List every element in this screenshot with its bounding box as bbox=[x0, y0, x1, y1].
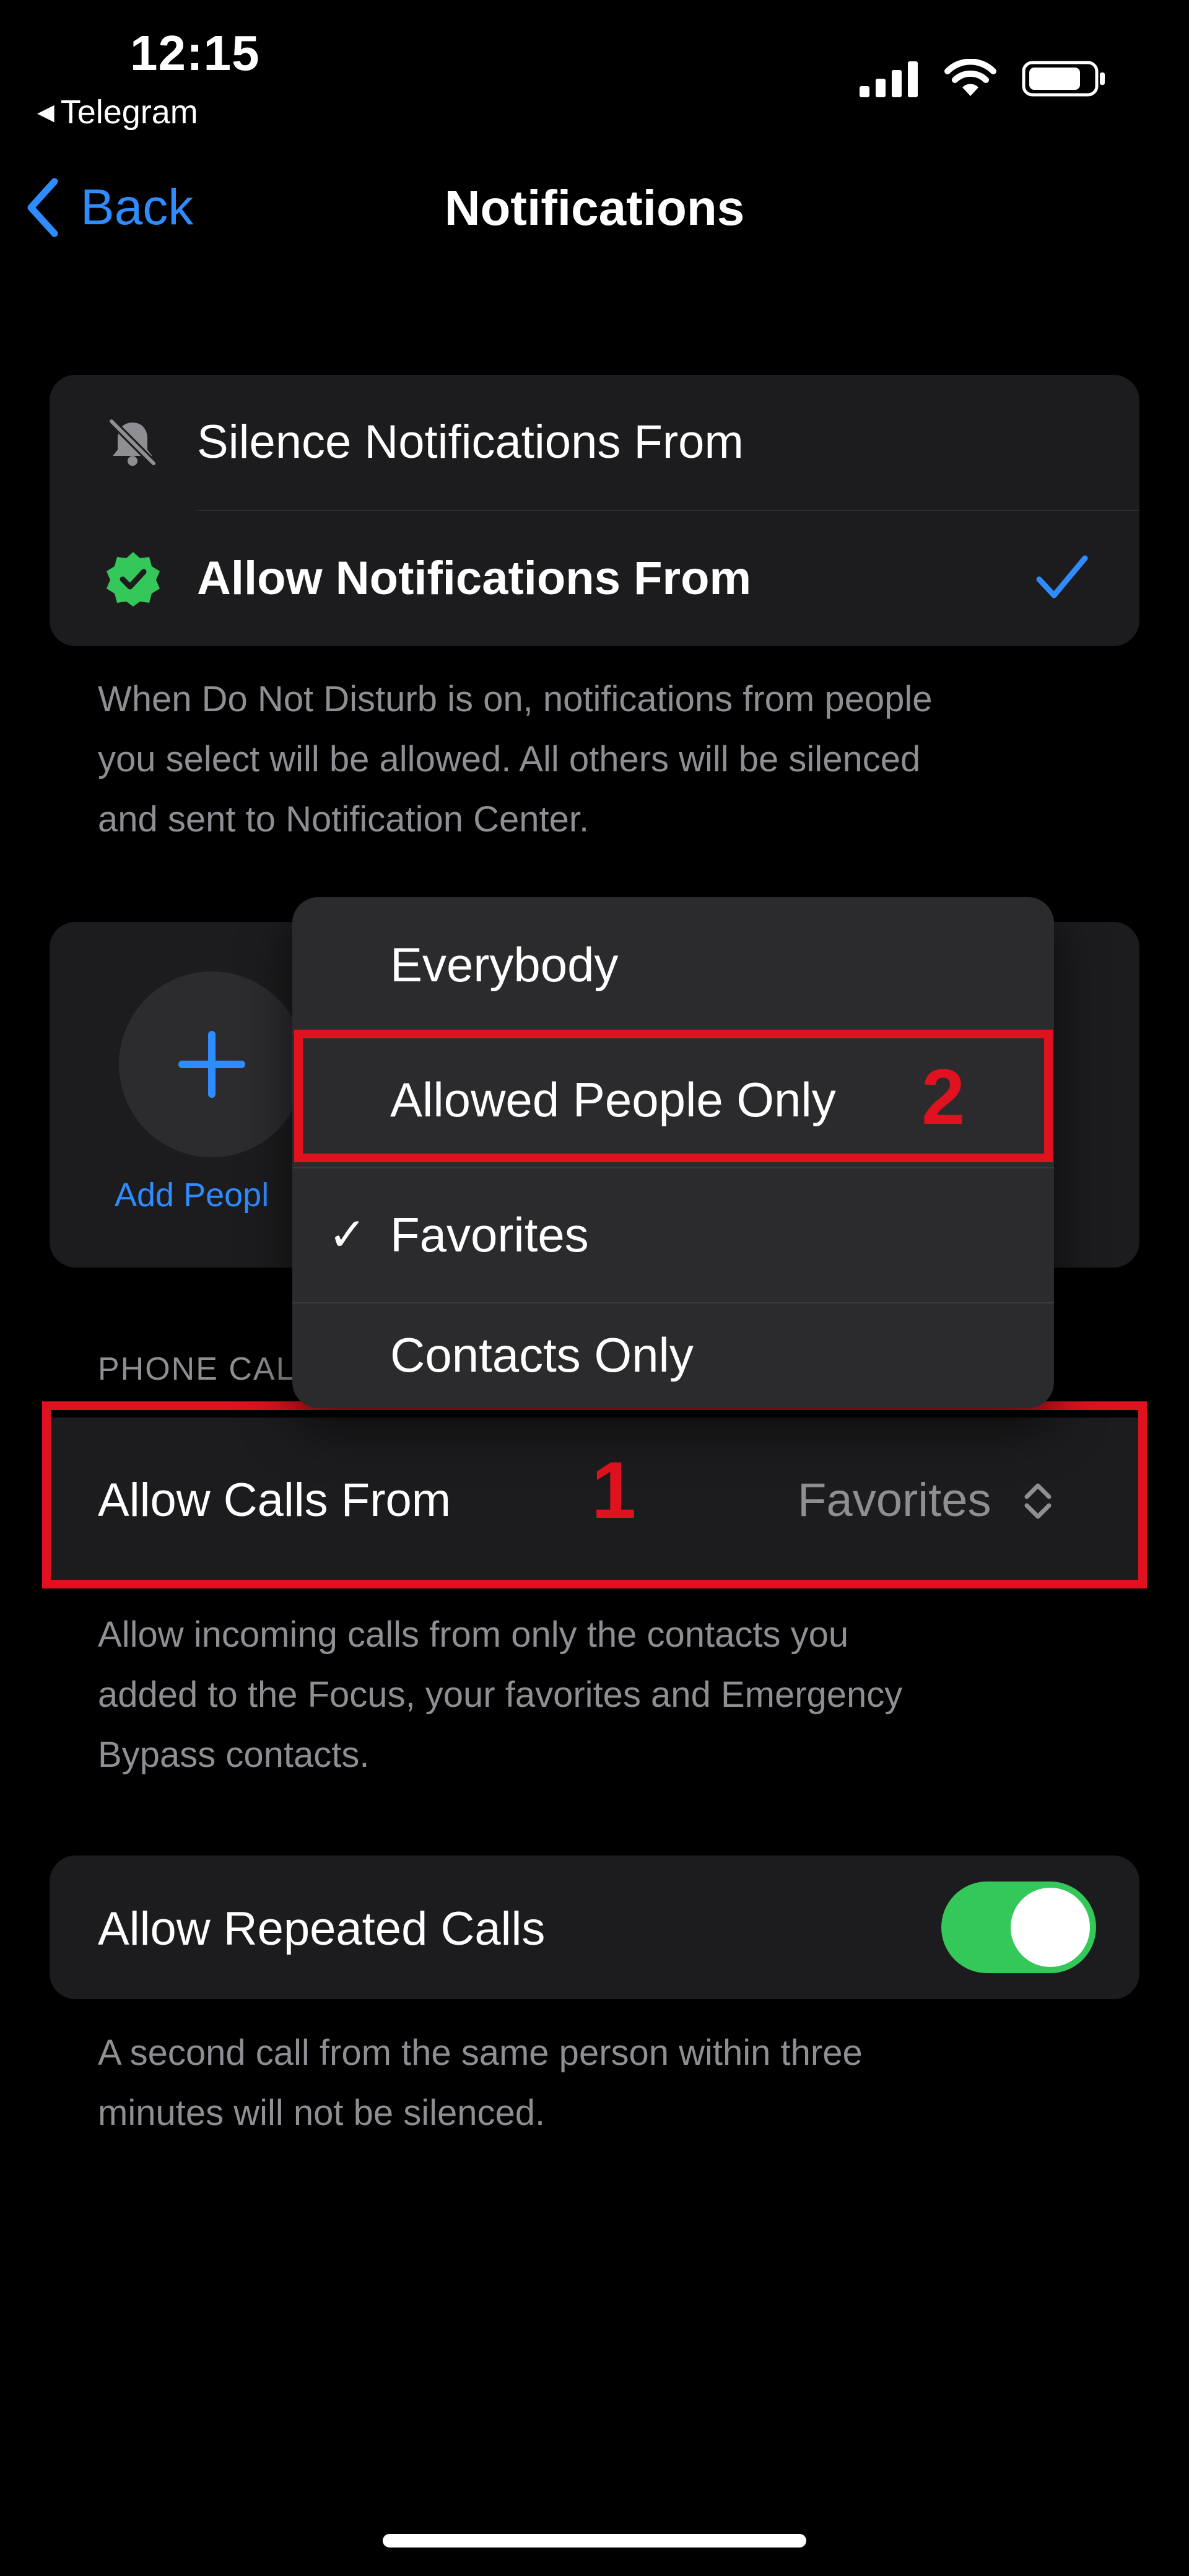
allow-notifications-row[interactable]: Allow Notifications From bbox=[50, 511, 1139, 646]
repeated-calls-toggle[interactable] bbox=[941, 1882, 1096, 1973]
plus-icon bbox=[178, 1031, 245, 1098]
allow-calls-description: Allow incoming calls from only the conta… bbox=[98, 1605, 1126, 1785]
toggle-knob bbox=[1011, 1888, 1090, 1967]
repeated-calls-card: Allow Repeated Calls bbox=[50, 1855, 1139, 1999]
checkmark-icon bbox=[1036, 555, 1088, 598]
menu-item-favorites[interactable]: ✓ Favorites bbox=[292, 1167, 1054, 1302]
description-line: When Do Not Disturb is on, notifications… bbox=[98, 679, 933, 719]
menu-item-label: Everybody bbox=[390, 937, 619, 992]
notification-mode-card: Silence Notifications From Allow Notific… bbox=[50, 375, 1139, 646]
menu-item-contacts-only[interactable]: Contacts Only bbox=[292, 1302, 1054, 1408]
bell-slash-icon bbox=[108, 418, 157, 467]
add-people-button[interactable] bbox=[119, 971, 305, 1157]
checkmark-icon: ✓ bbox=[328, 1209, 367, 1260]
status-time: 12:15 bbox=[130, 25, 260, 81]
chevron-left-icon bbox=[27, 178, 58, 237]
back-button-label: Back bbox=[81, 179, 194, 235]
allow-notifications-label: Allow Notifications From bbox=[197, 552, 752, 605]
home-indicator[interactable] bbox=[383, 2534, 806, 2548]
description-line: and sent to Notification Center. bbox=[98, 799, 590, 839]
battery-icon bbox=[1022, 61, 1105, 97]
silence-notifications-label: Silence Notifications From bbox=[197, 416, 744, 468]
repeated-calls-label: Allow Repeated Calls bbox=[98, 1903, 546, 1955]
back-app-label: Telegram bbox=[60, 94, 198, 131]
back-to-app-link[interactable]: ◀ Telegram bbox=[37, 93, 198, 131]
description-line: you select will be allowed. All others w… bbox=[98, 739, 921, 779]
annotation-step-1: 1 bbox=[591, 1445, 637, 1535]
repeated-calls-description: A second call from the same person withi… bbox=[98, 2023, 1126, 2143]
back-triangle-icon: ◀ bbox=[37, 99, 54, 125]
menu-item-label: Favorites bbox=[390, 1207, 589, 1262]
menu-item-label: Contacts Only bbox=[390, 1328, 694, 1382]
annotation-step-2: 2 bbox=[921, 1053, 965, 1141]
description-line: Bypass contacts. bbox=[98, 1735, 370, 1775]
description-line: Allow incoming calls from only the conta… bbox=[98, 1614, 849, 1655]
description-line: added to the Focus, your favorites and E… bbox=[98, 1675, 903, 1715]
phone-calls-section-header: PHONE CAL bbox=[98, 1351, 295, 1387]
wifi-icon bbox=[944, 59, 996, 96]
cellular-signal-icon bbox=[860, 61, 918, 97]
back-button[interactable]: Back bbox=[25, 177, 193, 239]
status-icons bbox=[860, 59, 1108, 99]
notification-mode-description: When Do Not Disturb is on, notifications… bbox=[98, 669, 1126, 849]
verified-badge-icon bbox=[107, 552, 160, 607]
silence-notifications-row[interactable]: Silence Notifications From bbox=[50, 375, 1139, 510]
description-line: minutes will not be silenced. bbox=[98, 2093, 546, 2133]
description-line: A second call from the same person withi… bbox=[98, 2033, 863, 2073]
menu-item-everybody[interactable]: Everybody bbox=[292, 897, 1054, 1032]
add-people-label[interactable]: Add Peopl bbox=[115, 1176, 269, 1214]
